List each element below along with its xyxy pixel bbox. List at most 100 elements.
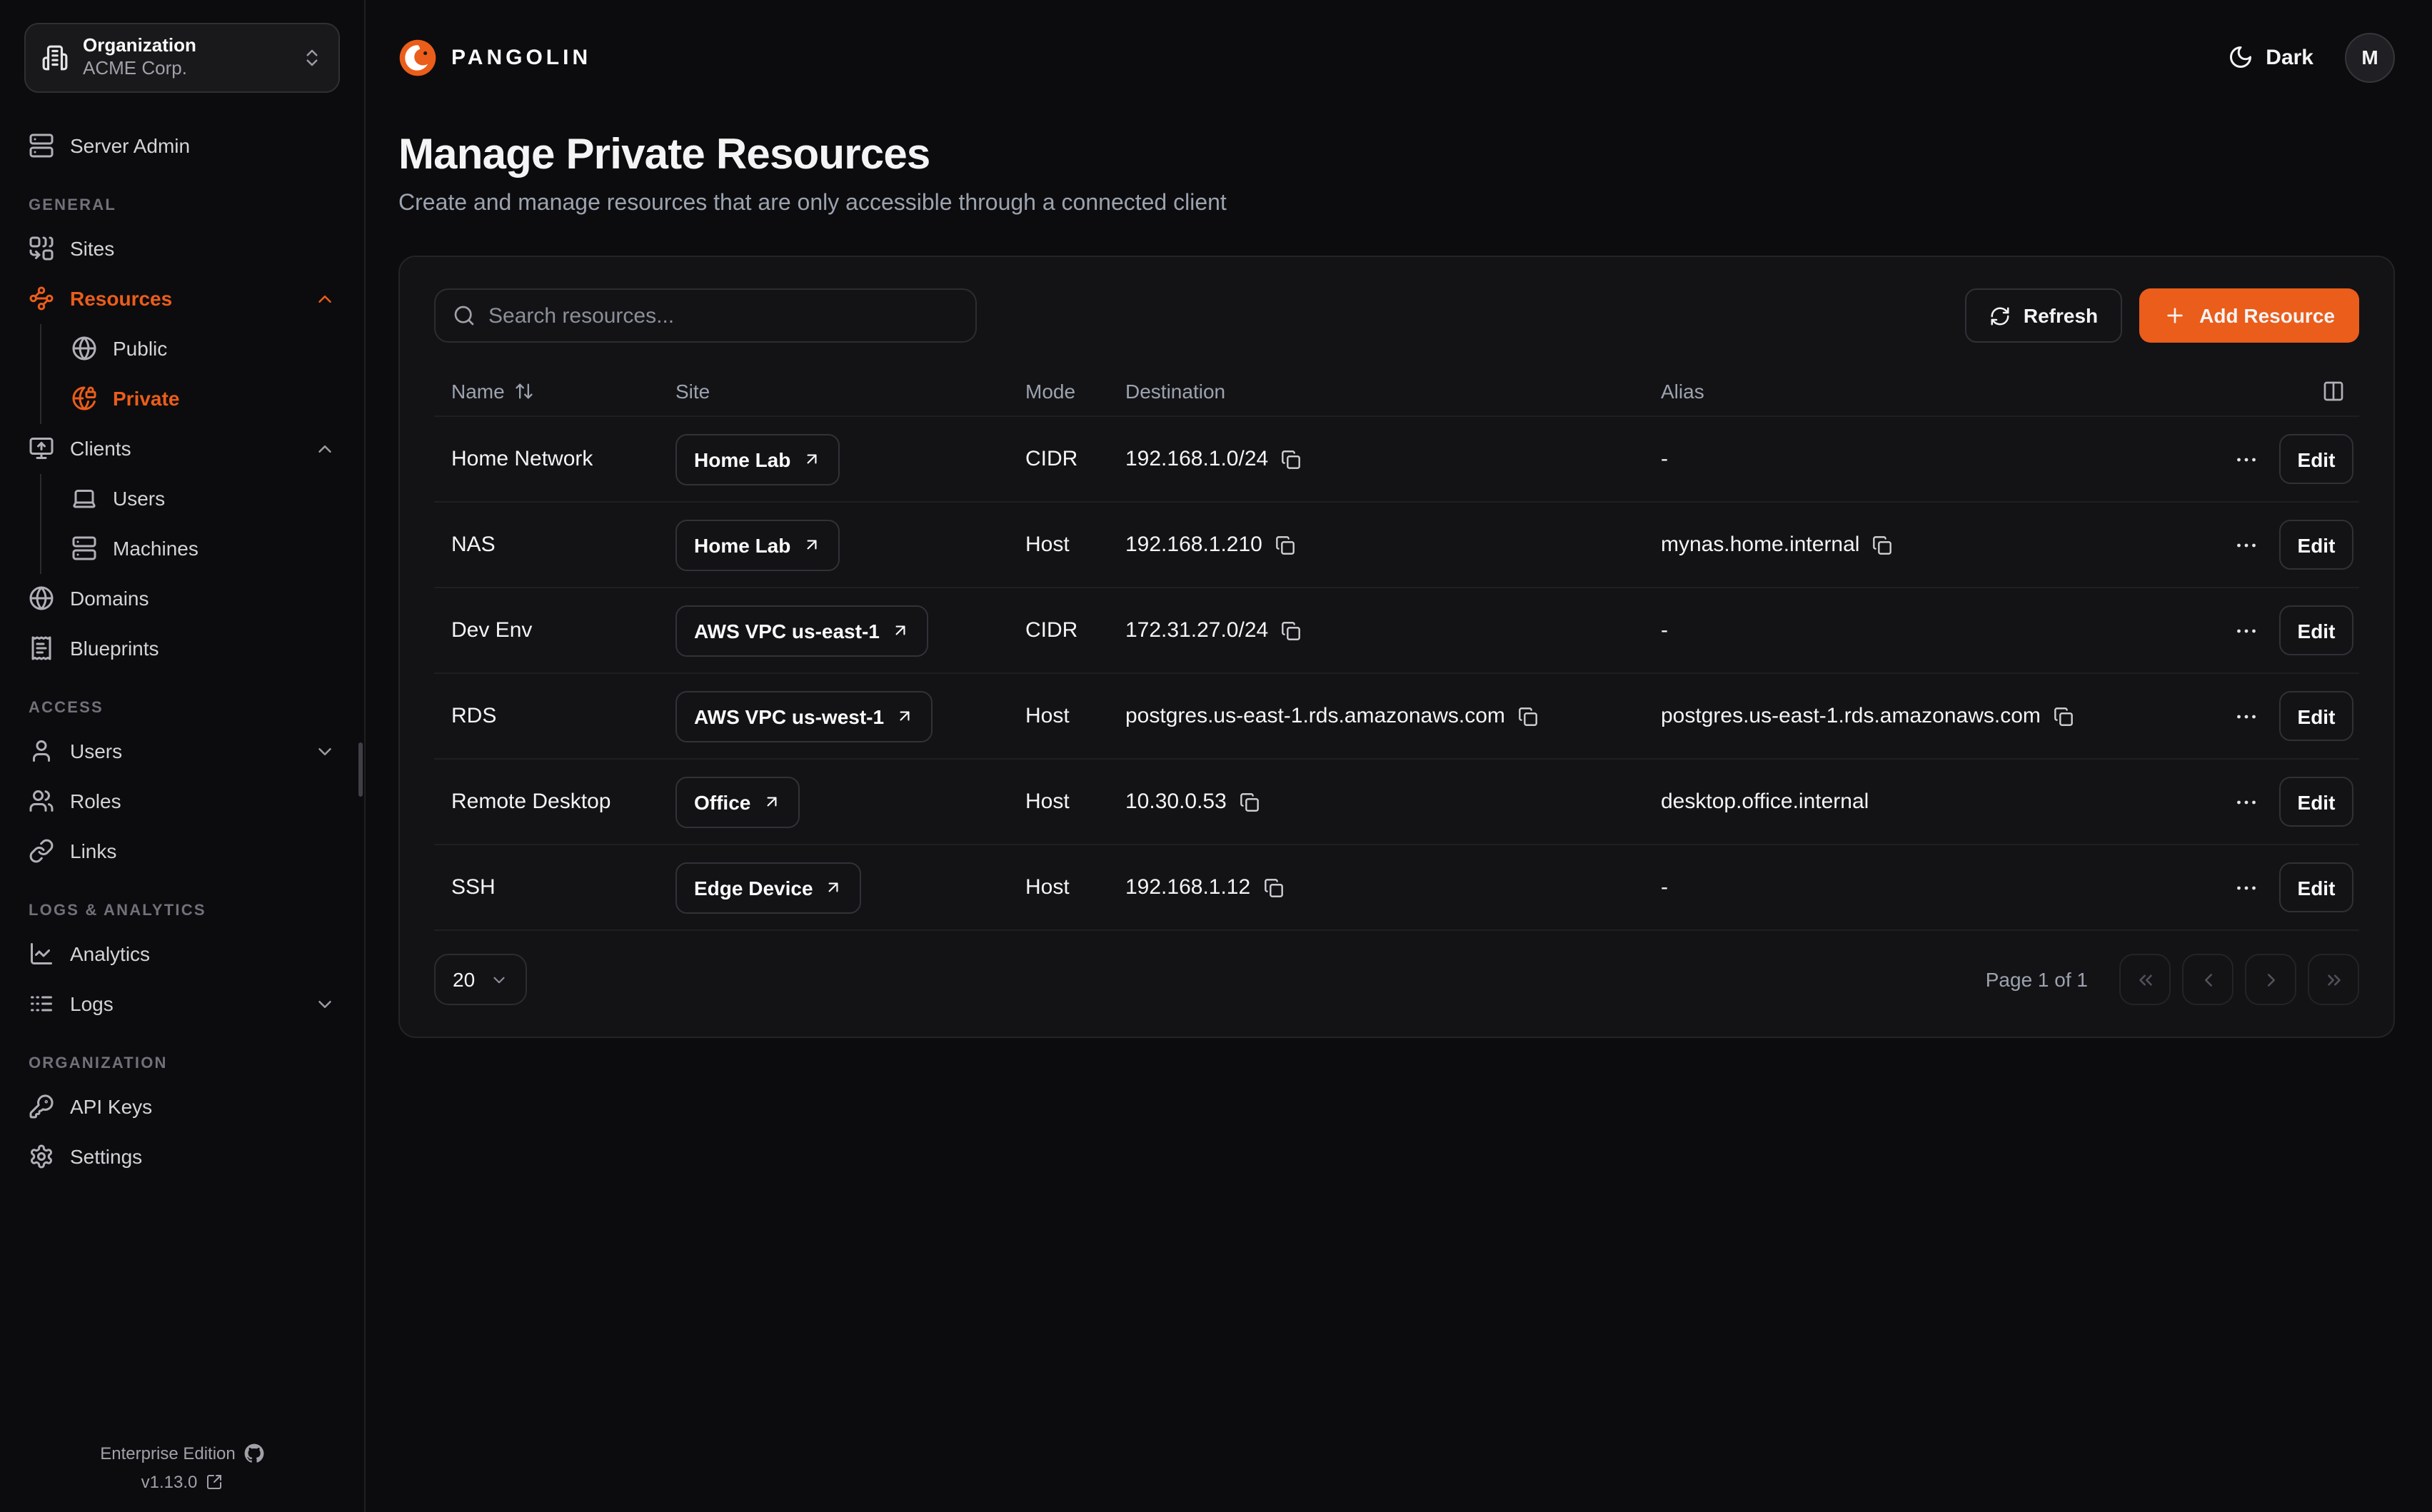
resource-name: Home Network: [451, 447, 593, 471]
external-link-icon: [206, 1473, 223, 1491]
plus-icon: [2164, 304, 2186, 327]
resource-name: RDS: [451, 704, 496, 728]
sidebar-item-links[interactable]: Links: [24, 826, 340, 876]
resource-name: NAS: [451, 533, 496, 557]
copy-icon[interactable]: [1275, 535, 1295, 555]
copy-icon[interactable]: [1263, 877, 1283, 897]
site-link[interactable]: Home Lab: [675, 433, 839, 485]
copy-icon[interactable]: [1518, 706, 1538, 726]
column-header-site: Site: [658, 379, 1008, 402]
sort-icon: [515, 380, 535, 400]
mode-value: Host: [1025, 790, 1070, 814]
sidebar-item-client-users[interactable]: Users: [67, 473, 340, 523]
resources-card: Refresh Add Resource Name Site Mode Dest…: [398, 256, 2395, 1038]
sidebar-item-domains[interactable]: Domains: [24, 573, 340, 623]
edit-button[interactable]: Edit: [2279, 520, 2353, 570]
arrow-up-right-icon: [825, 878, 843, 897]
table-row: RDS AWS VPC us-west-1 Host postgres.us-e…: [434, 674, 2359, 760]
sidebar-item-settings[interactable]: Settings: [24, 1132, 340, 1181]
mode-value: CIDR: [1025, 447, 1077, 471]
edit-button[interactable]: Edit: [2279, 862, 2353, 912]
columns-toggle-icon[interactable]: [2322, 379, 2345, 402]
mode-value: Host: [1025, 704, 1070, 728]
table-row: Remote Desktop Office Host 10.30.0.53 de…: [434, 760, 2359, 845]
mode-value: Host: [1025, 533, 1070, 557]
refresh-button[interactable]: Refresh: [1965, 288, 2122, 343]
site-link[interactable]: Home Lab: [675, 519, 839, 570]
row-menu-button[interactable]: [2233, 532, 2259, 558]
edit-button[interactable]: Edit: [2279, 691, 2353, 741]
org-label: Organization: [83, 34, 287, 58]
section-label-general: GENERAL: [29, 196, 340, 213]
mode-value: Host: [1025, 875, 1070, 899]
chevron-down-icon: [489, 970, 508, 989]
sidebar-item-roles[interactable]: Roles: [24, 776, 340, 826]
alias-value: -: [1661, 875, 1668, 899]
sidebar-item-public[interactable]: Public: [67, 323, 340, 373]
first-page-button[interactable]: [2119, 954, 2171, 1005]
edit-button[interactable]: Edit: [2279, 434, 2353, 484]
destination-value: 10.30.0.53: [1125, 790, 1227, 814]
sidebar-item-blueprints[interactable]: Blueprints: [24, 623, 340, 673]
github-icon: [244, 1443, 264, 1463]
copy-icon[interactable]: [1281, 449, 1301, 469]
table-toolbar: Refresh Add Resource: [434, 288, 2359, 343]
table-row: SSH Edge Device Host 192.168.1.12 - Edit: [434, 845, 2359, 931]
previous-page-button[interactable]: [2182, 954, 2233, 1005]
site-link[interactable]: Edge Device: [675, 862, 862, 913]
avatar[interactable]: M: [2345, 32, 2395, 82]
chevron-up-icon: [314, 288, 336, 309]
page-size-select[interactable]: 20: [434, 954, 526, 1005]
sidebar-item-users[interactable]: Users: [24, 726, 340, 776]
section-label-organization: ORGANIZATION: [29, 1054, 340, 1072]
sidebar-item-server-admin[interactable]: Server Admin: [24, 121, 340, 171]
add-resource-button[interactable]: Add Resource: [2139, 288, 2359, 343]
alias-value: desktop.office.internal: [1661, 790, 1869, 814]
search-input[interactable]: [488, 303, 958, 328]
row-menu-button[interactable]: [2233, 703, 2259, 729]
alias-value: -: [1661, 447, 1668, 471]
edition-link[interactable]: Enterprise Edition: [24, 1443, 340, 1463]
row-menu-button[interactable]: [2233, 789, 2259, 815]
org-switcher[interactable]: Organization ACME Corp.: [24, 23, 340, 92]
edit-button[interactable]: Edit: [2279, 605, 2353, 655]
edit-button[interactable]: Edit: [2279, 777, 2353, 827]
resource-name: Remote Desktop: [451, 790, 610, 814]
main-content: PANGOLIN Dark M Manage Private Resources…: [366, 0, 2432, 1512]
site-link[interactable]: AWS VPC us-east-1: [675, 605, 928, 656]
sidebar-item-private[interactable]: Private: [67, 373, 340, 423]
version-link[interactable]: v1.13.0: [24, 1472, 340, 1492]
row-menu-button[interactable]: [2233, 446, 2259, 472]
alias-value: mynas.home.internal: [1661, 533, 1859, 557]
next-page-button[interactable]: [2245, 954, 2296, 1005]
sidebar-item-sites[interactable]: Sites: [24, 223, 340, 273]
sidebar-item-logs[interactable]: Logs: [24, 979, 340, 1029]
chart-line-icon: [29, 941, 54, 967]
pangolin-logo-icon: [398, 38, 437, 76]
copy-icon[interactable]: [1872, 535, 1892, 555]
copy-icon[interactable]: [1281, 620, 1301, 640]
sidebar-item-clients[interactable]: Clients: [24, 423, 340, 473]
resource-name: Dev Env: [451, 618, 532, 642]
building-icon: [41, 44, 69, 71]
theme-toggle[interactable]: Dark: [2227, 44, 2313, 70]
row-menu-button[interactable]: [2233, 875, 2259, 900]
site-link[interactable]: AWS VPC us-west-1: [675, 690, 933, 742]
sidebar-item-resources[interactable]: Resources: [24, 273, 340, 323]
user-icon: [29, 738, 54, 764]
page-subtitle: Create and manage resources that are onl…: [398, 191, 2395, 217]
sidebar-item-api-keys[interactable]: API Keys: [24, 1082, 340, 1132]
copy-icon[interactable]: [1240, 792, 1260, 812]
last-page-button[interactable]: [2308, 954, 2359, 1005]
page-title: Manage Private Resources: [398, 131, 2395, 180]
sidebar-scrollbar[interactable]: [358, 742, 363, 797]
column-header-name[interactable]: Name: [434, 379, 658, 402]
copy-icon[interactable]: [2054, 706, 2074, 726]
chevrons-up-down-icon: [301, 47, 323, 69]
alias-value: postgres.us-east-1.rds.amazonaws.com: [1661, 704, 2041, 728]
sidebar-item-machines[interactable]: Machines: [67, 523, 340, 573]
sidebar-item-analytics[interactable]: Analytics: [24, 929, 340, 979]
row-menu-button[interactable]: [2233, 618, 2259, 643]
site-link[interactable]: Office: [675, 776, 799, 827]
brand-name: PANGOLIN: [451, 45, 591, 69]
